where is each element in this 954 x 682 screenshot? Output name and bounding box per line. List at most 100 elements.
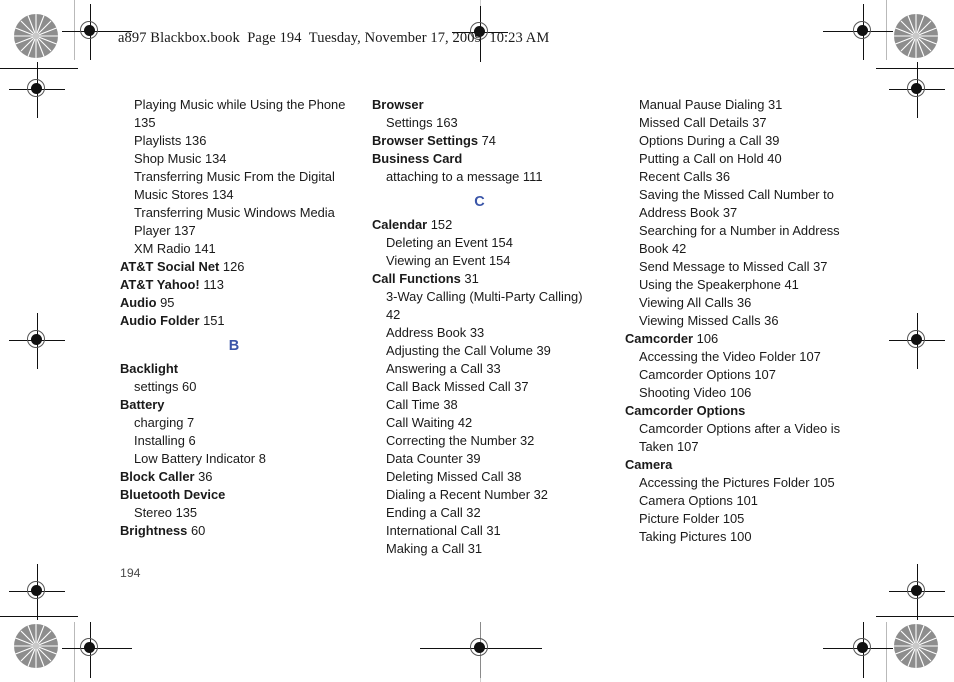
index-entry-sub: Deleting Missed Call 38 [372,468,587,486]
star-target-bottom-right [894,624,938,668]
index-entry-label: Browser Settings [372,133,479,148]
index-column-2: Browser Settings 163 Browser Settings 74 Bu… [372,96,587,558]
index-entry-page: 36 [764,313,779,328]
crosshair-left-upper-horizontal [9,89,65,91]
index-entry-page: 152 [430,217,453,232]
index-entry-label: Bluetooth Device [120,487,226,502]
index-entry-page: 38 [507,469,522,484]
index-entry-label: Stereo [134,505,172,520]
index-entry-page: 141 [194,241,216,256]
crosshair-top-right-inner-horizontal [823,31,893,33]
index-entry-label: Call Back Missed Call [386,379,511,394]
crosshair-left-lower-vertical [37,564,39,620]
index-entry-label: Camcorder Options [639,367,751,382]
index-entry-sub: Dialing a Recent Number 32 [372,486,587,504]
index-entry-label: Answering a Call [386,361,483,376]
index-entry-label: Business Card [372,151,463,166]
reg-mark-left-upper [20,72,54,106]
index-entry-page: 107 [799,349,821,364]
index-entry-label: Low Battery Indicator [134,451,256,466]
index-entry-sub: Transferring Music From the Digital [120,168,348,186]
index-entry-label: Adjusting the Call Volume [386,343,533,358]
letter-heading-c: C [474,194,485,210]
index-entry-sub: Installing 6 [120,432,348,450]
index-entry-page: 31 [768,97,783,112]
index-entry-sub: attaching to a message 111 [372,168,587,186]
index-entry-page: 136 [184,133,207,148]
index-entry-label: Calendar [372,217,428,232]
index-entry-sub: 3-Way Calling (Multi-Party Calling) [372,288,587,306]
index-column-3: Manual Pause Dialing 31 Missed Call Detai… [625,96,847,546]
reg-mark-left-lower [20,574,54,608]
index-entry-label: Accessing the Video Folder [639,349,796,364]
index-entry-label: Settings [386,115,433,130]
index-entry-label: Block Caller [120,469,195,484]
index-entry-label: Taken [639,439,674,454]
trim-guide-bottom-right [886,622,887,682]
index-entry-label: Putting a Call on Hold [639,151,764,166]
index-entry-sub: Shop Music 134 [120,150,348,168]
trim-guide-bottom-center [480,622,481,682]
index-entry-page: 36 [198,469,213,484]
index-entry-label: 3-Way Calling (Multi-Party Calling) [386,289,583,304]
reg-mark-bottom-right [846,631,880,665]
index-entry-label: charging [134,415,184,430]
index-entry-page: 39 [765,133,780,148]
crosshair-top-left-inner-vertical [90,4,92,60]
file-info-header: a897 Blackbox.book Page 194 Tuesday, Nov… [118,30,550,46]
index-entry-sub: Options During a Call 39 [625,132,847,150]
index-entry-label: Call Waiting [386,415,455,430]
index-entry-page: 101 [736,493,758,508]
index-entry-sub: Low Battery Indicator 8 [120,450,348,468]
index-entry-page: 107 [677,439,699,454]
index-entry-label: Audio Folder [120,313,200,328]
index-entry-label: Call Functions [372,271,461,286]
index-entry-page: 37 [722,205,738,220]
index-entry-label: Making a Call [386,541,465,556]
index-column-1: Playing Music while Using the Phone 135 Pl… [120,96,348,540]
index-entry-sub: 135 [120,114,348,132]
reg-mark-right-lower [900,574,934,608]
index-entry-page: 111 [522,169,543,184]
index-entry-page: 41 [784,277,799,292]
index-entry-label: Camcorder Options [625,403,746,418]
index-entry-page: 113 [203,277,224,292]
index-entry-sub: Taking Pictures 100 [625,528,847,546]
index-entry-sub: Taken 107 [625,438,847,456]
crosshair-right-middle-vertical [917,313,919,369]
index-entry-label: Options During a Call [639,133,762,148]
index-entry-label: Accessing the Pictures Folder [639,475,810,490]
index-entry-label: 135 [134,115,156,130]
crosshair-bottom-right-inner-vertical [863,622,865,678]
index-entry-page: 37 [813,259,828,274]
index-entry-page: 60 [190,523,206,538]
index-entry-page: 36 [736,295,752,310]
index-entry-page: 100 [730,529,752,544]
index-entry-sub: Recent Calls 36 [625,168,847,186]
index-entry-main: AT&T Yahoo! 113 [120,276,348,294]
index-entry-page: 32 [466,505,481,520]
crosshair-right-upper-horizontal [889,89,945,91]
index-entry-page: 74 [481,133,496,148]
index-entry-main: Brightness 60 [120,522,348,540]
index-entry-label: Camera Options [639,493,733,508]
index-entry-main: Camera [625,456,847,474]
crosshair-bottom-center-vertical [480,622,482,678]
index-entry-main: Camcorder 106 [625,330,847,348]
index-entry-sub: Book 42 [625,240,847,258]
crosshair-bottom-left-inner-horizontal [62,648,132,650]
index-entry-label: Camcorder Options after a Video is [639,421,841,436]
crosshair-bottom-right-inner-horizontal [823,648,893,650]
index-entry-page: 6 [188,433,196,448]
index-entry-sub: Viewing Missed Calls 36 [625,312,847,330]
index-entry-label: Playing Music while Using the Phone [134,97,346,112]
index-entry-page: 37 [752,115,767,130]
index-entry-page: 36 [715,169,731,184]
index-entry-label: Deleting an Event [386,235,488,250]
index-entry-label: Backlight [120,361,179,376]
index-entry-sub: Correcting the Number 32 [372,432,587,450]
index-entry-sub: International Call 31 [372,522,587,540]
crosshair-right-lower-horizontal [889,591,945,593]
reg-mark-left-middle [20,323,54,357]
index-entry-page: 134 [212,187,234,202]
